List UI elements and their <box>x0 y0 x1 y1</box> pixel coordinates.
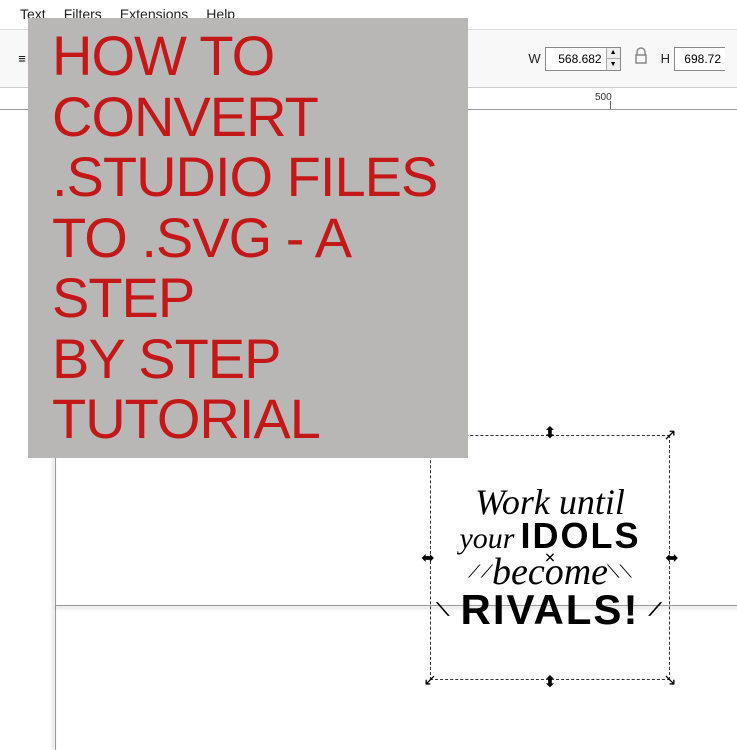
handle-top[interactable]: ⬍ <box>541 424 559 442</box>
rays-right2-icon: ⟋ <box>649 601 664 618</box>
handle-left[interactable]: ⬌ <box>419 549 437 567</box>
height-label: H <box>661 51 670 66</box>
svg-artwork[interactable]: Work until your IDOLS ⟋⟋ become ⟍⟍ ⟍ RIV… <box>439 444 661 671</box>
rays-right-icon: ⟍⟍ <box>607 563 632 580</box>
handle-bottom-right[interactable]: ↘ <box>661 671 679 689</box>
art-line4: ⟍ RIVALS! ⟋ <box>461 590 640 630</box>
height-input[interactable] <box>674 47 725 71</box>
overlay-line1: HOW TO CONVERT <box>52 26 444 147</box>
width-label: W <box>528 51 540 66</box>
overlay-line2: .STUDIO FILES <box>52 147 444 207</box>
rays-left-icon: ⟋⟋ <box>468 563 493 580</box>
art-line2a: your <box>459 525 514 554</box>
handle-bottom[interactable]: ⬍ <box>541 673 559 691</box>
handle-bottom-left[interactable]: ↙ <box>421 671 439 689</box>
width-field[interactable] <box>546 48 606 70</box>
width-step-down[interactable]: ▼ <box>607 59 620 70</box>
art-line1: Work until <box>475 485 625 519</box>
overlay-line3: TO .SVG - A STEP <box>52 208 444 329</box>
title-overlay: HOW TO CONVERT .STUDIO FILES TO .SVG - A… <box>28 18 468 458</box>
handle-top-right[interactable]: ↗ <box>661 426 679 444</box>
handle-right[interactable]: ⬌ <box>663 549 681 567</box>
rays-left2-icon: ⟍ <box>437 601 452 618</box>
art-line3: ⟋⟋ become ⟍⟍ <box>492 554 608 590</box>
lock-aspect-icon[interactable] <box>629 47 653 70</box>
width-input[interactable]: ▲ ▼ <box>545 47 621 71</box>
selection-box[interactable]: ↖ ↗ ↙ ↘ ⬍ ⬍ ⬌ ⬌ ✕ Work until your IDOLS … <box>430 435 670 680</box>
height-field[interactable] <box>675 48 725 70</box>
overlay-line4: BY STEP TUTORIAL <box>52 329 444 450</box>
width-group: W ▲ ▼ <box>528 47 620 71</box>
art-line2b: IDOLS <box>520 519 640 553</box>
width-step-up[interactable]: ▲ <box>607 48 620 59</box>
height-group: H <box>661 47 725 71</box>
